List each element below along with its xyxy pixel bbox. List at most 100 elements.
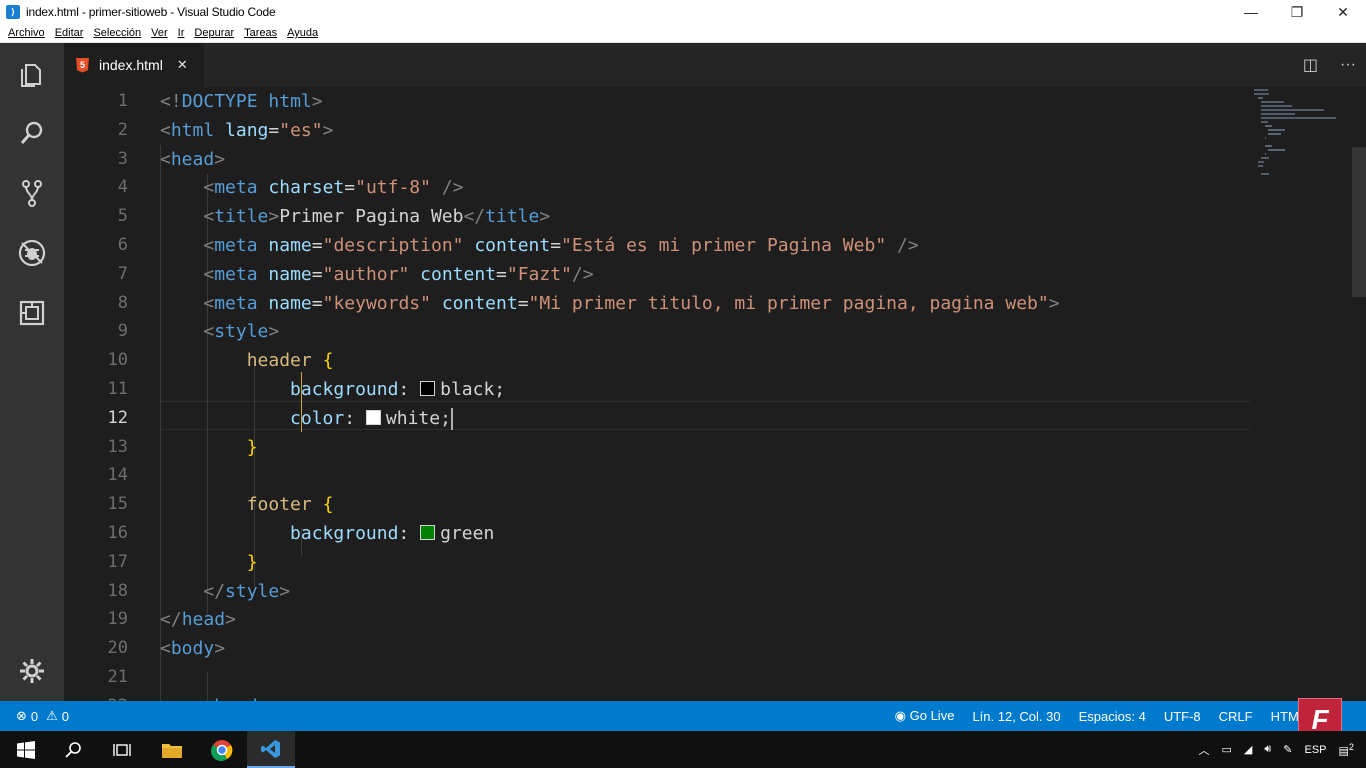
line-number: 21 <box>107 667 128 687</box>
close-window-button[interactable]: ✕ <box>1320 0 1366 24</box>
minimap-line <box>1268 133 1281 135</box>
battery-icon[interactable]: ▭ <box>1221 743 1231 756</box>
network-icon[interactable]: ◢ <box>1244 743 1252 756</box>
line-number: 7 <box>117 264 128 284</box>
menu-depurar[interactable]: Depurar <box>189 27 239 39</box>
tab-index-html[interactable]: 5 index.html ✕ <box>64 43 204 87</box>
minimap-line <box>1261 117 1337 119</box>
line-number-active: 12 <box>107 408 128 428</box>
debug-icon[interactable] <box>0 225 64 281</box>
code-line: </head> <box>160 609 236 630</box>
code-line: header { <box>246 350 334 371</box>
line-number: 4 <box>117 177 128 197</box>
pen-icon[interactable]: ✎ <box>1283 743 1292 756</box>
notification-icon[interactable]: ▤2 <box>1339 742 1355 758</box>
line-number: 1 <box>117 91 128 111</box>
keyboard-language[interactable]: ESP <box>1304 744 1326 756</box>
tab-bar: 5 index.html ✕ ◫ ··· <box>64 43 1366 87</box>
window-title: index.html - primer-sitioweb - Visual St… <box>26 5 276 19</box>
menu-ayuda[interactable]: Ayuda <box>282 27 323 39</box>
file-explorer-icon[interactable] <box>148 731 196 768</box>
window-title-bar: ⟩ index.html - primer-sitioweb - Visual … <box>0 0 1366 24</box>
menu-editar[interactable]: Editar <box>50 27 89 39</box>
menu-ver[interactable]: Ver <box>146 27 173 39</box>
code-line: <meta charset="utf-8" /> <box>203 177 464 198</box>
status-right-items: ◉ Go Live Lín. 12, Col. 30 Espacios: 4 U… <box>895 701 1306 731</box>
split-editor-icon[interactable]: ◫ <box>1303 55 1318 75</box>
go-live-label: Go Live <box>909 708 955 723</box>
minimap-line <box>1261 113 1296 115</box>
search-icon[interactable] <box>50 731 98 768</box>
windows-start-icon[interactable] <box>2 731 50 768</box>
windows-taskbar: ︿ ▭ ◢ 🔊︎ ✎ ESP ▤2 <box>0 731 1366 768</box>
broadcast-icon: ◉ <box>894 708 910 723</box>
cursor-position[interactable]: Lín. 12, Col. 30 <box>972 709 1060 724</box>
text-cursor <box>450 408 453 430</box>
code-line: <meta name="keywords" content="Mi primer… <box>203 293 1060 314</box>
line-number: 8 <box>117 293 128 313</box>
code-line: color: white; <box>290 408 453 430</box>
activity-bar <box>0 43 64 701</box>
vscode-icon[interactable] <box>247 731 295 768</box>
code-line: background: green <box>290 523 495 544</box>
line-number: 6 <box>117 235 128 255</box>
error-icon: ⊗ <box>16 708 27 723</box>
line-number: 19 <box>107 609 128 629</box>
line-number: 11 <box>107 379 128 399</box>
code-line: footer { <box>246 494 334 515</box>
more-actions-icon[interactable]: ··· <box>1340 56 1356 74</box>
code-line: <header> <box>160 692 290 701</box>
menu-archivo[interactable]: Archivo <box>0 27 50 39</box>
code-editor[interactable]: 1 2 3 4 5 6 7 8 9 10 11 12 13 14 15 16 1… <box>64 87 1366 701</box>
line-number: 10 <box>107 350 128 370</box>
code-line: <title>Primer Pagina Web</title> <box>203 206 551 227</box>
menu-tareas[interactable]: Tareas <box>239 27 282 39</box>
code-line: <!DOCTYPE html> <box>160 91 323 112</box>
menu-ir[interactable]: Ir <box>173 27 190 39</box>
menu-seleccion[interactable]: Selección <box>88 27 146 39</box>
indentation[interactable]: Espacios: 4 <box>1079 709 1146 724</box>
minimap-line <box>1257 161 1265 163</box>
maximize-button[interactable]: ❐ <box>1274 0 1320 24</box>
code-line: <meta name="description" content="Está e… <box>203 235 919 256</box>
search-icon[interactable] <box>0 105 64 161</box>
line-number: 18 <box>107 581 128 601</box>
minimap-line <box>1261 105 1292 107</box>
minimap-line <box>1264 153 1266 155</box>
extensions-icon[interactable] <box>0 285 64 341</box>
minimap-line <box>1257 97 1264 99</box>
end-of-line[interactable]: CRLF <box>1219 709 1253 724</box>
code-line: } <box>246 552 258 573</box>
explorer-icon[interactable] <box>0 47 64 103</box>
status-bar: ⊗ 0 ⚠ 0 ◉ Go Live Lín. 12, Col. 30 Espac… <box>0 701 1366 731</box>
tab-close-icon[interactable]: ✕ <box>177 57 188 73</box>
editor-actions: ◫ ··· <box>1303 43 1356 87</box>
chevron-up-icon[interactable]: ︿ <box>1198 742 1209 758</box>
minimap[interactable] <box>1254 87 1344 257</box>
minimap-line <box>1261 157 1269 159</box>
code-line: <head> <box>160 149 226 170</box>
chrome-icon[interactable] <box>198 731 246 768</box>
line-number: 9 <box>117 321 128 341</box>
code-line: background: black; <box>290 379 506 400</box>
encoding[interactable]: UTF-8 <box>1164 709 1201 724</box>
tab-label: index.html <box>99 57 163 73</box>
settings-gear-icon[interactable] <box>0 643 64 699</box>
go-live-button[interactable]: ◉ Go Live <box>895 708 955 724</box>
minimize-button[interactable]: — <box>1228 0 1274 24</box>
task-view-icon[interactable] <box>98 731 146 768</box>
code-line: <meta name="author" content="Fazt"/> <box>203 264 594 285</box>
minimap-line <box>1268 129 1286 131</box>
code-line: } <box>246 437 258 458</box>
line-number: 22 <box>64 692 128 701</box>
minimap-line <box>1268 149 1285 151</box>
minimap-line <box>1264 125 1273 127</box>
volume-icon[interactable]: 🔊︎ <box>1264 743 1271 756</box>
minimap-line <box>1261 173 1269 175</box>
minimap-line <box>1254 89 1269 91</box>
problems-indicator[interactable]: ⊗ 0 ⚠ 0 <box>16 708 69 724</box>
editor-scrollbar[interactable] <box>1352 147 1366 297</box>
window-controls: — ❐ ✕ <box>1228 0 1366 24</box>
source-control-icon[interactable] <box>0 165 64 221</box>
code-line: <body> <box>160 638 226 659</box>
